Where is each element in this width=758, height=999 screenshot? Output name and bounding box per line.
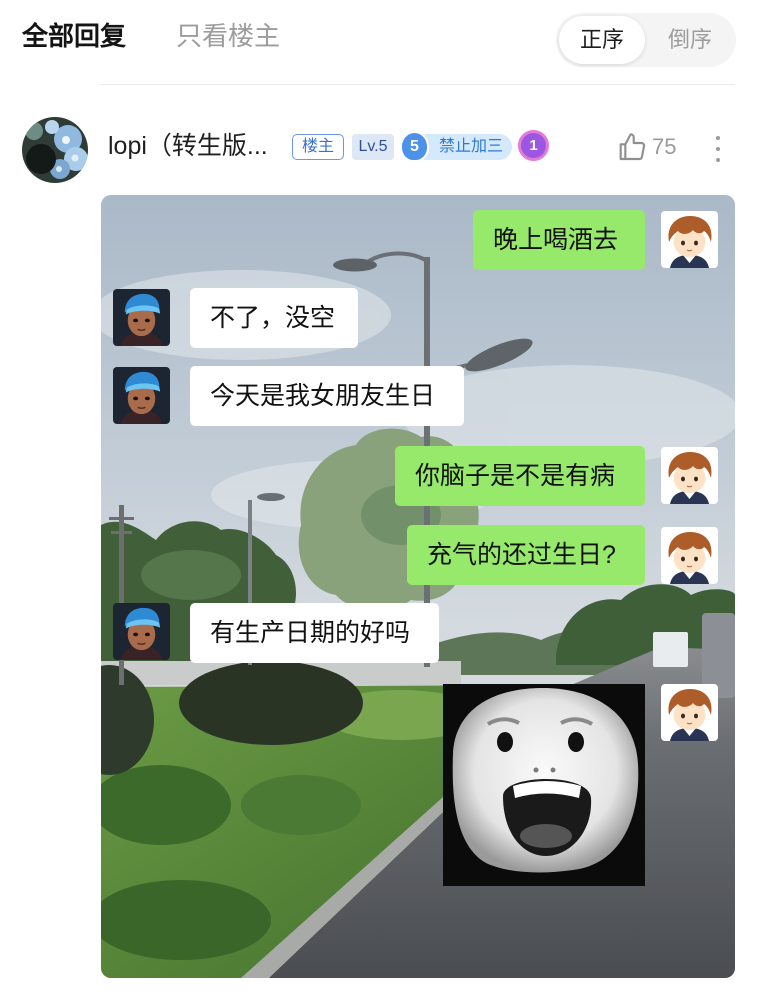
author-name[interactable]: lopi（转生版... [108,129,268,163]
post-image[interactable]: 晚上喝酒去 不了，没空 今天是我女朋友生日 你脑子是不是有病 充气的还过生日? … [101,195,735,978]
boy-blue-cap-avatar-icon [113,367,170,424]
user-avatar-icon[interactable] [22,117,88,183]
cartoon-boy-avatar-icon [661,684,718,741]
avatar-image [22,117,88,183]
left-trees-highlight [141,550,241,600]
more-dot [716,147,720,151]
thumbs-up-icon [619,133,646,161]
dark-bush [179,661,363,745]
cartoon-boy-avatar-icon [661,447,718,504]
avatar-figure [26,144,56,174]
shocked-face-sticker-icon [443,684,645,886]
sort-toggle: 正序 倒序 [556,13,736,67]
avatar-flower [45,120,59,134]
sender-avatar [661,447,718,504]
friend-avatar [113,603,170,660]
hedge-shade [241,775,361,835]
chat-bubble-incoming: 有生产日期的好吗 [190,603,439,663]
utility-pole-crossbar [111,531,132,534]
sender-avatar [661,684,718,741]
sticker-eye [497,732,513,752]
sender-avatar [661,211,718,268]
cartoon-boy-avatar-icon [661,211,718,268]
owner-badge: 楼主 [292,134,344,160]
cartoon-boy-avatar-icon [661,527,718,584]
sticker-image [443,684,645,886]
chat-bubble-outgoing: 晚上喝酒去 [473,210,645,270]
chat-bubble-incoming: 今天是我女朋友生日 [190,366,464,426]
avatar-petal [56,166,62,172]
street-lamp-head [333,258,377,272]
group-level-badge: 5 [400,131,429,162]
sender-avatar [661,527,718,584]
thumbs-up-outline [619,133,646,161]
sort-ascending-button[interactable]: 正序 [559,16,645,64]
tab-owner-only[interactable]: 只看楼主 [176,17,280,55]
utility-pole-crossbar [109,517,134,520]
sticker-nostril [550,767,556,773]
more-dot [716,158,720,162]
sort-descending-button[interactable]: 倒序 [647,16,733,64]
avatar-petal [62,136,70,144]
boy-blue-cap-avatar-icon [113,603,170,660]
more-vertical-icon[interactable] [708,132,728,166]
avatar-petal [71,154,79,162]
boy-blue-cap-avatar-icon [113,289,170,346]
friend-avatar [113,367,170,424]
more-dot [716,136,720,140]
sticker-eye [568,732,584,752]
avatar-leaf [25,122,43,140]
medal-badge: 1 [518,130,549,161]
tab-all-replies[interactable]: 全部回复 [22,17,126,55]
divider [100,84,735,85]
street-lamp-head [257,493,285,501]
chat-bubble-outgoing: 你脑子是不是有病 [395,446,645,506]
sticker-tongue [520,824,572,848]
chat-bubble-outgoing: 充气的还过生日? [407,525,645,585]
like-button[interactable]: 75 [612,128,684,168]
chat-bubble-incoming: 不了，没空 [190,288,358,348]
truck [653,632,688,667]
level-badge: Lv.5 [352,134,394,160]
friend-avatar [113,289,170,346]
like-count: 75 [652,134,677,159]
sticker-nostril [533,767,539,773]
